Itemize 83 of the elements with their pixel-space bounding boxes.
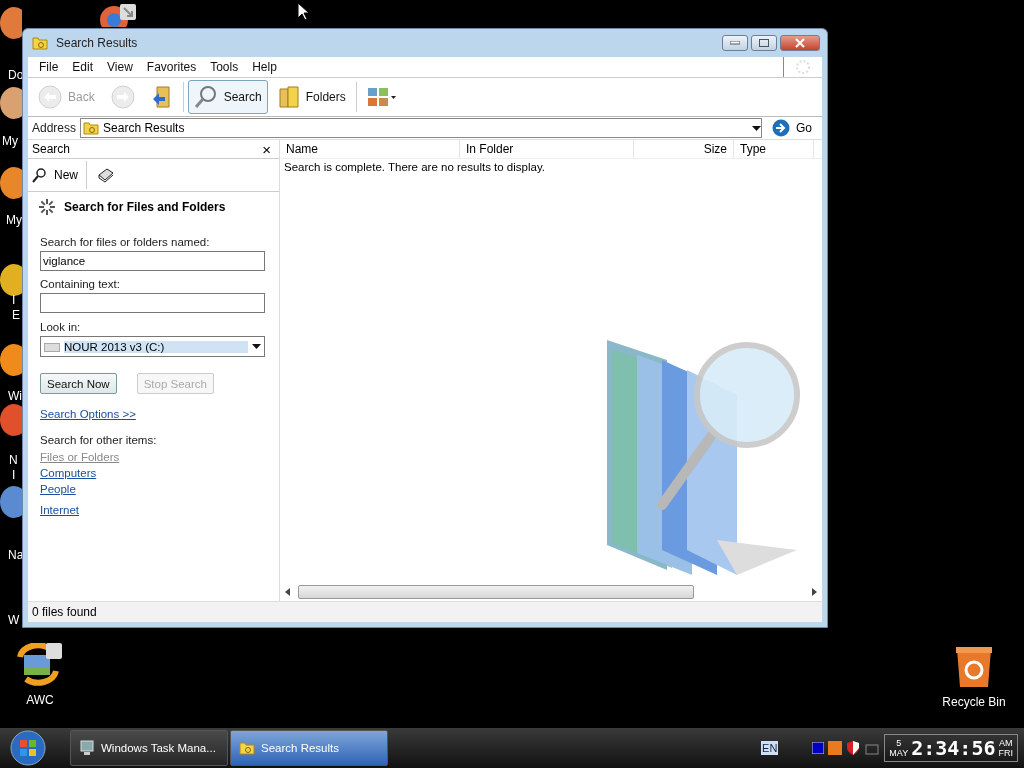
new-search-button[interactable]: New — [28, 161, 87, 189]
arrow-circle-icon — [772, 119, 790, 137]
desktop-icon[interactable] — [0, 165, 22, 201]
desktop-icon[interactable] — [0, 484, 22, 520]
close-button[interactable] — [780, 35, 820, 51]
scrollbar-thumb[interactable] — [298, 585, 694, 599]
field-label: Look in: — [40, 321, 82, 333]
dropdown-caret-icon — [252, 344, 261, 349]
window-title: Search Results — [56, 36, 139, 50]
desktop-icon[interactable] — [0, 5, 22, 41]
close-icon — [795, 38, 805, 48]
throbber-icon — [795, 59, 811, 75]
look-in-dropdown[interactable]: NOUR 2013 v3 (C:) — [40, 336, 265, 357]
search-folder-icon — [32, 35, 48, 51]
spinner-icon — [38, 198, 56, 216]
folders-icon — [277, 85, 300, 109]
column-header[interactable]: Type — [734, 140, 814, 158]
menu-item[interactable]: Help — [245, 60, 284, 74]
search-item-link[interactable]: People — [40, 483, 76, 495]
menu-item[interactable]: View — [100, 60, 140, 74]
maximize-icon — [759, 39, 769, 47]
shield-icon[interactable] — [846, 741, 861, 755]
search-folder-icon — [239, 740, 255, 756]
section-label: Search for other items: — [40, 434, 158, 446]
desktop-icon-label: Wi — [8, 389, 22, 403]
desktop-icon-label: I — [12, 468, 16, 482]
desktop-icon-label: W — [8, 613, 20, 627]
desktop-icon-label: E — [12, 308, 20, 322]
column-header[interactable]: Size — [634, 140, 734, 158]
column-header[interactable]: Name — [280, 140, 460, 158]
sync-arrows-icon[interactable] — [16, 643, 64, 687]
scroll-right-icon[interactable] — [810, 588, 818, 596]
desktop-icon-label: I — [12, 293, 16, 307]
desktop-icon-label: My — [2, 134, 18, 148]
language-indicator[interactable]: EN — [761, 741, 779, 755]
menu-item[interactable]: File — [32, 60, 66, 74]
address-label: Address — [32, 121, 77, 135]
go-button[interactable]: Go — [766, 119, 818, 137]
monitor-icon — [79, 740, 95, 756]
close-button[interactable]: × — [262, 141, 271, 157]
search-folder-icon — [83, 120, 100, 136]
scroll-left-icon[interactable] — [284, 588, 292, 596]
drive-icon — [44, 341, 60, 352]
field-label: Containing text: — [40, 278, 121, 290]
column-header[interactable]: In Folder — [460, 140, 634, 158]
book-icon — [97, 167, 115, 183]
text-field[interactable] — [40, 293, 265, 313]
magnifier-icon — [193, 85, 218, 109]
folders-button[interactable]: Folders — [271, 80, 352, 114]
search-item-link[interactable]: Computers — [40, 467, 97, 479]
tray-icon[interactable] — [812, 742, 825, 754]
field-label: Search for files or folders named: — [40, 236, 211, 248]
results-message: Search is complete. There are no results to display. — [283, 160, 546, 175]
pane-title: Search — [32, 142, 71, 156]
pane-heading: Search for Files and Folders — [64, 200, 226, 214]
maximize-button[interactable] — [751, 35, 777, 51]
search-button[interactable]: Search — [187, 80, 268, 114]
views-icon — [366, 86, 397, 108]
desktop-icon-label: N — [9, 453, 18, 467]
desktop-icon[interactable] — [0, 342, 22, 378]
minimize-icon — [730, 41, 740, 45]
desktop-icon-label: Recycle Bin — [942, 695, 1006, 709]
desktop-icon-label: My — [6, 213, 22, 227]
status-text: 0 files found — [32, 605, 97, 619]
desktop-icon[interactable] — [0, 402, 22, 438]
name-field[interactable]: viglance — [40, 251, 265, 271]
menu-item[interactable]: Edit — [65, 60, 101, 74]
search-options-link[interactable]: Search Options >> — [40, 408, 136, 420]
menu-item[interactable]: Favorites — [139, 60, 204, 74]
desktop-icon[interactable] — [0, 85, 22, 121]
menu-item[interactable]: Tools — [203, 60, 246, 74]
desktop-icon-label: Na — [8, 548, 24, 562]
search-pane-button[interactable]: Search Now — [40, 373, 117, 394]
desktop-icon-label: AWC — [26, 693, 54, 707]
address-field[interactable]: Search Results — [80, 118, 762, 138]
dropdown-caret-icon — [752, 125, 761, 131]
taskbar-button[interactable]: Search Results — [230, 730, 388, 766]
minimize-button[interactable] — [722, 35, 748, 51]
search-item-link[interactable]: Internet — [40, 504, 79, 516]
recycle-bin-icon[interactable] — [954, 645, 994, 689]
tray-icon[interactable] — [828, 741, 843, 755]
taskbar-button[interactable]: Windows Task Mana... — [70, 730, 228, 766]
desktop-icon[interactable] — [0, 262, 22, 298]
